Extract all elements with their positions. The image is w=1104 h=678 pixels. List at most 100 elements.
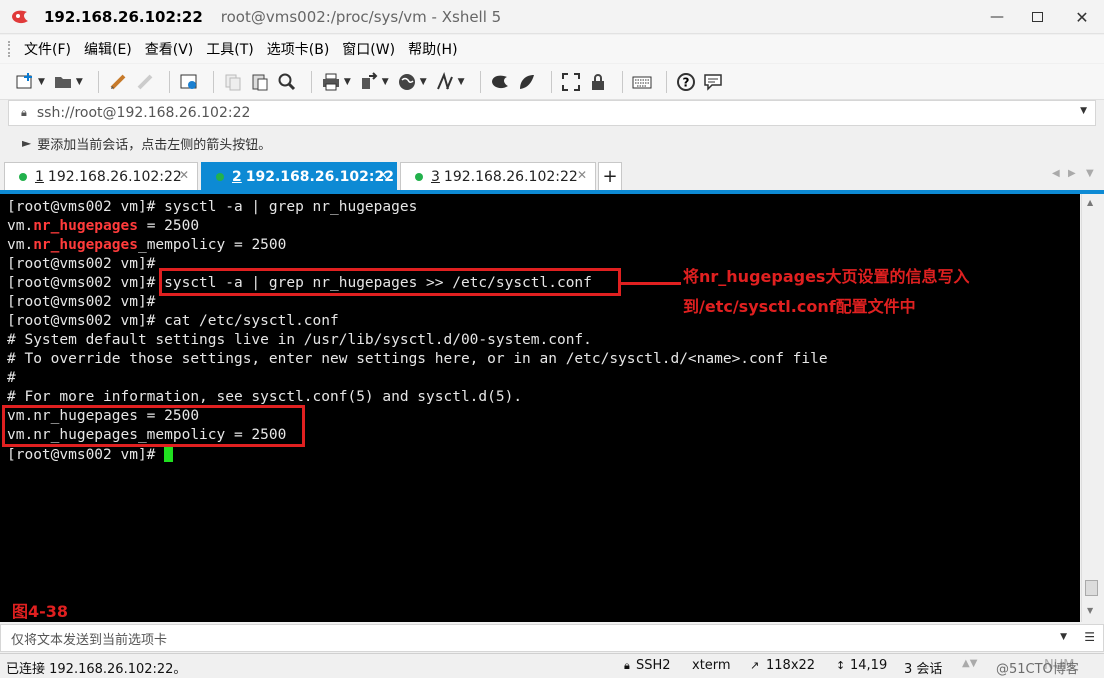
tab-scroll-right-icon[interactable]: ▶ bbox=[1068, 168, 1076, 179]
command-highlight-box bbox=[159, 268, 621, 296]
session-hint-bar: ► 要添加当前会话，点击左侧的箭头按钮。 bbox=[0, 128, 1104, 158]
properties-button[interactable] bbox=[178, 71, 200, 93]
print-dropdown[interactable]: ▼ bbox=[344, 77, 351, 87]
compose-bar[interactable]: 仅将文本发送到当前选项卡 ▼ ☰ bbox=[0, 624, 1104, 652]
font-button[interactable] bbox=[434, 71, 456, 93]
title-bar: 192.168.26.102:22 root@vms002:/proc/sys/… bbox=[0, 0, 1104, 34]
session-count-status: 3 会话 bbox=[904, 662, 943, 677]
open-button[interactable] bbox=[52, 71, 74, 93]
menu-view[interactable]: 查看(V) bbox=[145, 39, 194, 59]
copy-icon bbox=[225, 74, 241, 90]
menu-tools[interactable]: 工具(T) bbox=[206, 39, 253, 59]
annotation-line: 到/etc/sysctl.conf配置文件中 bbox=[683, 297, 916, 316]
globe-icon bbox=[398, 73, 415, 90]
toolbar-separator bbox=[168, 70, 170, 93]
close-icon: ✕ bbox=[1075, 7, 1089, 27]
file-transfer-icon bbox=[361, 71, 378, 89]
search-icon bbox=[278, 73, 295, 90]
menu-bar: 文件(F) 编辑(E) 查看(V) 工具(T) 选项卡(B) 窗口(W) 帮助(… bbox=[0, 35, 1104, 63]
terminal-scrollbar[interactable]: ▲ ▼ bbox=[1081, 194, 1101, 622]
xshell-logo-icon bbox=[12, 10, 28, 23]
globe-button[interactable] bbox=[396, 71, 418, 93]
scroll-up-icon[interactable]: ▲ bbox=[1087, 198, 1093, 207]
minimize-button[interactable]: — bbox=[976, 0, 1018, 34]
tab-close-icon[interactable]: ✕ bbox=[179, 168, 189, 182]
address-bar[interactable]: 🔒︎ ssh://root@192.168.26.102:22 ▼ bbox=[8, 100, 1096, 126]
tab-strip: 1 192.168.26.102:22 ✕ 2 192.168.26.102:2… bbox=[0, 160, 1104, 190]
tab-close-icon[interactable]: ✕ bbox=[577, 168, 587, 182]
terminal-line: [root@vms002 vm]# bbox=[7, 445, 1080, 464]
menu-grip bbox=[8, 41, 12, 57]
connection-status: 已连接 192.168.26.102:22。 bbox=[6, 662, 187, 677]
chat-button[interactable] bbox=[702, 71, 724, 93]
maximize-icon bbox=[1031, 12, 1043, 22]
menu-window[interactable]: 窗口(W) bbox=[342, 39, 395, 59]
tab-session-3[interactable]: 3 192.168.26.102:22 ✕ bbox=[400, 162, 596, 190]
menu-tabs[interactable]: 选项卡(B) bbox=[267, 39, 330, 59]
window-title-path: root@vms002:/proc/sys/vm - Xshell 5 bbox=[220, 7, 502, 26]
help-button[interactable]: ? bbox=[675, 71, 697, 93]
copy-button[interactable] bbox=[222, 71, 244, 93]
maximize-button[interactable] bbox=[1016, 0, 1058, 34]
annotation-connector bbox=[621, 282, 681, 285]
terminal-text: vm. bbox=[7, 218, 34, 234]
plus-icon: + bbox=[602, 166, 618, 187]
session-arrows-icon[interactable]: ▲▼ bbox=[962, 658, 977, 669]
tab-number: 3 bbox=[431, 168, 440, 185]
folder-icon bbox=[54, 76, 71, 88]
print-button[interactable] bbox=[320, 71, 342, 93]
terminal-line: # bbox=[7, 370, 16, 386]
terminal-text: _mempolicy = 2500 bbox=[137, 237, 287, 253]
menu-help[interactable]: 帮助(H) bbox=[408, 39, 457, 59]
grep-match: nr_hugepages bbox=[33, 237, 138, 253]
transfer-button[interactable] bbox=[358, 71, 380, 93]
scroll-down-icon[interactable]: ▼ bbox=[1087, 606, 1093, 615]
watermark: @51CTO博客 bbox=[996, 662, 1079, 677]
tab-label: 192.168.26.102:22 bbox=[245, 168, 394, 185]
toolbar-separator bbox=[665, 70, 667, 93]
compose-menu-icon[interactable]: ☰ bbox=[1084, 630, 1095, 644]
settings-window-icon bbox=[180, 74, 197, 89]
tab-session-1[interactable]: 1 192.168.26.102:22 ✕ bbox=[4, 162, 198, 190]
new-tab-button[interactable]: + bbox=[598, 162, 622, 190]
chat-bubble-icon bbox=[703, 73, 722, 91]
find-button[interactable] bbox=[276, 71, 298, 93]
lock-button[interactable] bbox=[587, 71, 609, 93]
xftp-button[interactable] bbox=[489, 71, 511, 93]
link-icon bbox=[110, 74, 126, 89]
terminal-prompt: [root@vms002 vm]# bbox=[7, 447, 165, 463]
new-session-dropdown[interactable]: ▼ bbox=[38, 77, 45, 87]
scroll-thumb[interactable] bbox=[1085, 580, 1098, 596]
grep-match: nr_hugepages bbox=[33, 218, 138, 234]
tab-session-2[interactable]: 2 192.168.26.102:22 ✕ bbox=[201, 162, 397, 190]
font-icon bbox=[436, 71, 453, 89]
compose-dropdown-icon[interactable]: ▼ bbox=[1060, 632, 1067, 642]
address-dropdown-icon[interactable]: ▼ bbox=[1080, 106, 1087, 116]
fullscreen-button[interactable] bbox=[560, 71, 582, 93]
terminal-text: = 2500 bbox=[137, 218, 200, 234]
toolbar-separator bbox=[97, 70, 99, 93]
keyboard-button[interactable] bbox=[631, 71, 653, 93]
new-session-button[interactable] bbox=[14, 71, 36, 93]
arrow-bookmark-icon[interactable]: ► bbox=[22, 136, 31, 150]
open-dropdown[interactable]: ▼ bbox=[76, 77, 83, 87]
paste-icon bbox=[252, 74, 268, 90]
menu-file[interactable]: 文件(F) bbox=[24, 39, 71, 59]
session-hint-text: 要添加当前会话，点击左侧的箭头按钮。 bbox=[37, 137, 272, 153]
xmanager-button[interactable] bbox=[516, 71, 538, 93]
close-button[interactable]: ✕ bbox=[1060, 0, 1104, 34]
figure-label: 图4-38 bbox=[12, 602, 69, 621]
paste-button[interactable] bbox=[249, 71, 271, 93]
menu-edit[interactable]: 编辑(E) bbox=[84, 39, 132, 59]
globe-dropdown[interactable]: ▼ bbox=[420, 77, 427, 87]
connected-dot-icon bbox=[415, 172, 423, 181]
tab-number: 1 bbox=[35, 168, 44, 185]
transfer-dropdown[interactable]: ▼ bbox=[382, 77, 389, 87]
disconnect-button[interactable] bbox=[134, 71, 156, 93]
tab-menu-icon[interactable]: ▼ bbox=[1086, 168, 1094, 179]
ssh-lock-icon: 🔒︎ bbox=[624, 659, 630, 672]
reconnect-button[interactable] bbox=[107, 71, 129, 93]
font-dropdown[interactable]: ▼ bbox=[458, 77, 465, 87]
tab-scroll-left-icon[interactable]: ◀ bbox=[1052, 168, 1060, 179]
tab-close-icon[interactable]: ✕ bbox=[378, 168, 388, 182]
